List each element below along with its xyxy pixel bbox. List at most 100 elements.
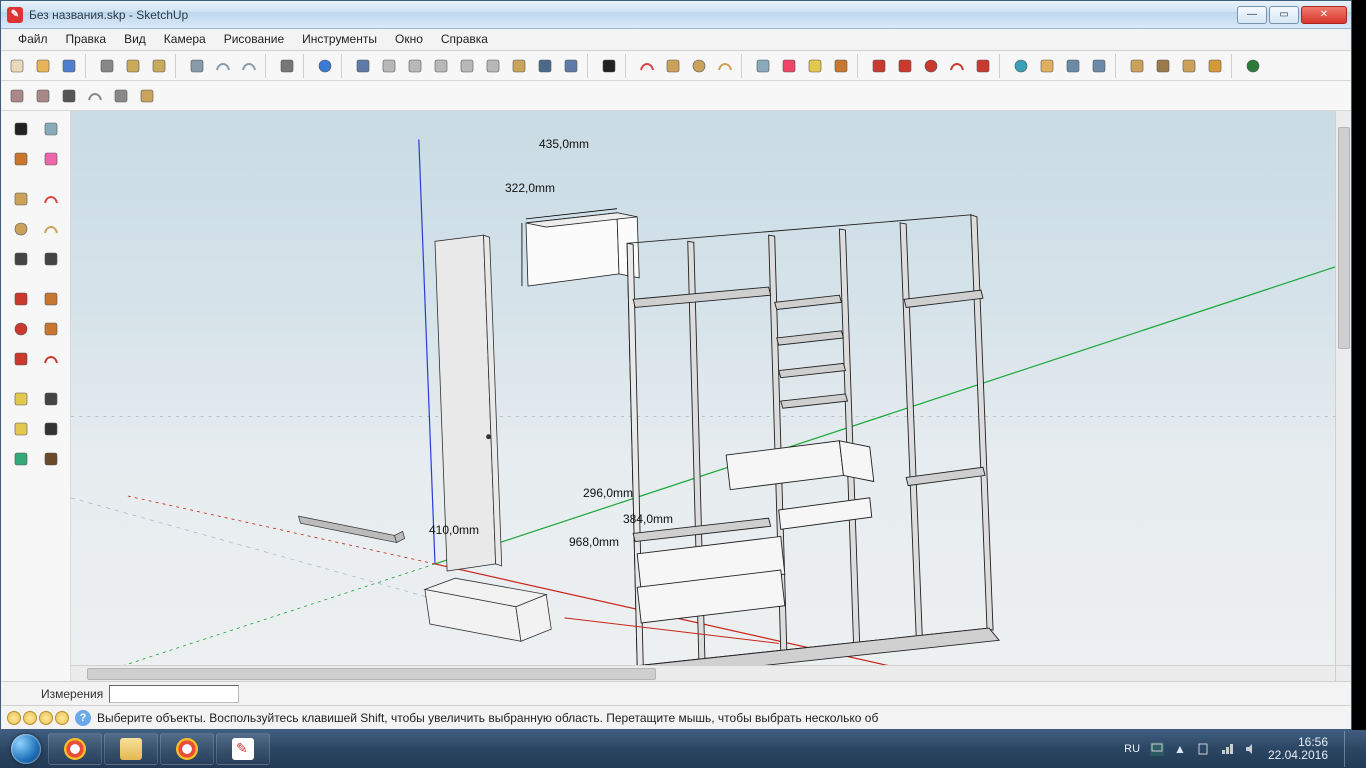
move-tool-icon[interactable] <box>893 54 917 78</box>
line-tool-icon[interactable] <box>635 54 659 78</box>
volume-icon[interactable] <box>1244 742 1258 756</box>
rectangle-tool-icon[interactable] <box>661 54 685 78</box>
back-edges-style-icon[interactable] <box>31 84 55 108</box>
shaded-tex-style-icon[interactable] <box>135 84 159 108</box>
wire-style-icon[interactable] <box>57 84 81 108</box>
shaded-view-icon[interactable] <box>559 54 583 78</box>
geo-status[interactable] <box>7 711 69 725</box>
make-component-icon[interactable] <box>751 54 775 78</box>
menu-справка[interactable]: Справка <box>432 29 497 50</box>
tape-measure-icon[interactable] <box>803 54 827 78</box>
minimize-button[interactable]: — <box>1237 6 1267 24</box>
paint-bucket-icon[interactable] <box>829 54 853 78</box>
rotate-tool-icon[interactable] <box>919 54 943 78</box>
save-file-icon[interactable] <box>57 54 81 78</box>
axes-tool-icon[interactable] <box>7 445 35 473</box>
menu-инструменты[interactable]: Инструменты <box>293 29 386 50</box>
xray-style-icon[interactable] <box>5 84 29 108</box>
close-button[interactable]: ✕ <box>1301 6 1347 24</box>
arc-tool-icon[interactable] <box>37 215 65 243</box>
tape-measure-icon[interactable] <box>7 385 35 413</box>
hidden-line-style-icon[interactable] <box>83 84 107 108</box>
menu-камера[interactable]: Камера <box>155 29 215 50</box>
eraser-tool-icon[interactable] <box>37 145 65 173</box>
circle-tool-icon[interactable] <box>7 215 35 243</box>
look-around-icon[interactable] <box>1177 54 1201 78</box>
menu-файл[interactable]: Файл <box>9 29 57 50</box>
push-pull-icon[interactable] <box>867 54 891 78</box>
cut-icon[interactable] <box>95 54 119 78</box>
clock[interactable]: 16:56 22.04.2016 <box>1268 736 1328 762</box>
protractor-icon[interactable] <box>7 415 35 443</box>
horizontal-scrollbar[interactable] <box>71 665 1335 681</box>
zoom-window-icon[interactable] <box>1087 54 1111 78</box>
google-earth-icon[interactable] <box>1241 54 1265 78</box>
right-view-icon[interactable] <box>429 54 453 78</box>
menu-окно[interactable]: Окно <box>386 29 432 50</box>
redo-icon[interactable] <box>237 54 261 78</box>
zoom-tool-icon[interactable] <box>1061 54 1085 78</box>
walk-tool-icon[interactable] <box>1151 54 1175 78</box>
flag-icon[interactable] <box>1150 742 1164 756</box>
make-component-icon[interactable] <box>37 115 65 143</box>
taskbar-explorer[interactable] <box>104 733 158 765</box>
erase-icon[interactable] <box>185 54 209 78</box>
menu-вид[interactable]: Вид <box>115 29 155 50</box>
new-file-icon[interactable] <box>5 54 29 78</box>
eraser-tool-icon[interactable] <box>777 54 801 78</box>
menu-правка[interactable]: Правка <box>57 29 116 50</box>
print-icon[interactable] <box>275 54 299 78</box>
dimension-tool-icon[interactable] <box>37 385 65 413</box>
back-view-icon[interactable] <box>455 54 479 78</box>
open-file-icon[interactable] <box>31 54 55 78</box>
offset-tool-icon[interactable] <box>945 54 969 78</box>
select-tool-icon[interactable] <box>7 115 35 143</box>
copy-icon[interactable] <box>121 54 145 78</box>
front-view-icon[interactable] <box>403 54 427 78</box>
bottom-view-icon[interactable] <box>507 54 531 78</box>
section-plane-icon[interactable] <box>1203 54 1227 78</box>
viewport[interactable]: 435,0mm 322,0mm 296,0mm 384,0mm 968,0mm … <box>71 111 1351 681</box>
start-button[interactable] <box>6 733 46 765</box>
paint-bucket-icon[interactable] <box>7 145 35 173</box>
taskbar-sketchup[interactable]: ✎ <box>216 733 270 765</box>
follow-me-icon[interactable] <box>37 315 65 343</box>
undo-icon[interactable] <box>211 54 235 78</box>
measurements-input[interactable] <box>109 685 239 703</box>
arc-tool-icon[interactable] <box>713 54 737 78</box>
shaded-style-icon[interactable] <box>109 84 133 108</box>
iso-view-icon[interactable] <box>351 54 375 78</box>
move-tool-icon[interactable] <box>7 285 35 313</box>
top-view-icon[interactable] <box>377 54 401 78</box>
language-indicator[interactable]: RU <box>1124 743 1140 755</box>
offset-tool-icon[interactable] <box>37 345 65 373</box>
network-icon[interactable] <box>1220 742 1234 756</box>
rotate-tool-icon[interactable] <box>7 315 35 343</box>
polygon-tool-icon[interactable] <box>7 245 35 273</box>
pan-tool-icon[interactable] <box>1035 54 1059 78</box>
freehand-tool-icon[interactable] <box>37 245 65 273</box>
taskbar-chrome-2[interactable] <box>160 733 214 765</box>
scale-tool-icon[interactable] <box>971 54 995 78</box>
action-center-icon[interactable] <box>1196 742 1210 756</box>
show-desktop[interactable] <box>1344 731 1354 767</box>
left-view-icon[interactable] <box>481 54 505 78</box>
rectangle-tool-icon[interactable] <box>7 185 35 213</box>
maximize-button[interactable]: ▭ <box>1269 6 1299 24</box>
line-tool-icon[interactable] <box>37 185 65 213</box>
select-tool-icon[interactable] <box>597 54 621 78</box>
paste-icon[interactable] <box>147 54 171 78</box>
system-tray[interactable]: RU ▲ 16:56 22.04.2016 <box>1124 731 1360 767</box>
circle-tool-icon[interactable] <box>687 54 711 78</box>
titlebar[interactable]: ✎ Без названия.skp - SketchUp — ▭ ✕ <box>1 1 1351 29</box>
orbit-tool-icon[interactable] <box>1009 54 1033 78</box>
wireframe-view-icon[interactable] <box>533 54 557 78</box>
menu-рисование[interactable]: Рисование <box>215 29 293 50</box>
push-pull-icon[interactable] <box>37 285 65 313</box>
model-info-icon[interactable] <box>313 54 337 78</box>
tray-chevron-up-icon[interactable]: ▲ <box>1174 742 1186 756</box>
scale-tool-icon[interactable] <box>7 345 35 373</box>
3d-text-icon[interactable] <box>37 445 65 473</box>
vertical-scrollbar[interactable] <box>1335 111 1351 665</box>
taskbar-chrome[interactable] <box>48 733 102 765</box>
